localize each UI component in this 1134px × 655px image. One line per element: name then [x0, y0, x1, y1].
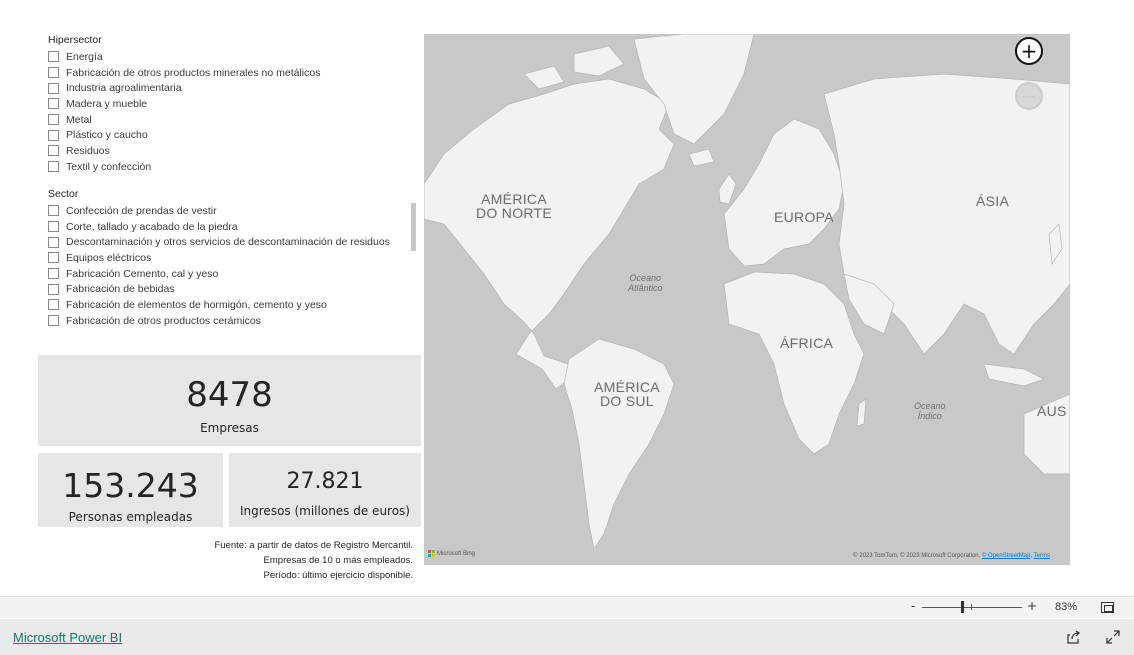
checkbox[interactable]: [48, 236, 59, 248]
openstreetmap-link[interactable]: © OpenStreetMap: [982, 553, 1030, 559]
slicer-item-label: Industria agroalimentaria: [66, 82, 182, 95]
slicer-item[interactable]: Confección de prendas de vestir: [48, 203, 416, 219]
checkbox[interactable]: [48, 82, 59, 94]
slicer-item-label: Fabricación de elementos de hormigón, ce…: [66, 298, 327, 311]
map-label-indian: Oceano Índico: [914, 401, 946, 421]
zoom-slider-track[interactable]: [922, 607, 1022, 608]
zoom-out-page-button[interactable]: -: [911, 599, 915, 613]
slicer-item-label: Descontaminación y otros servicios de de…: [66, 236, 390, 249]
kpi-label: Ingresos (millones de euros): [240, 504, 410, 518]
slicer-item-label: Fabricación de bebidas: [66, 283, 175, 296]
slicer-item-label: Equipos eléctricos: [66, 251, 152, 264]
sector-list[interactable]: Confección de prendas de vestir Corte, t…: [48, 203, 416, 335]
slicer-item-label: Fabricación de otros productos cerámicos: [66, 314, 261, 327]
footer: Microsoft Power BI: [0, 619, 1134, 655]
slicer-item[interactable]: Fabricación de bebidas: [48, 281, 416, 297]
slicer-title-sector: Sector: [48, 188, 79, 200]
slicer-item[interactable]: Fabricación de otros productos cerámicos: [48, 313, 416, 329]
slicer-title-hipersector: Hipersector: [48, 34, 102, 46]
slicer-item[interactable]: Residuos: [48, 143, 320, 159]
world-map[interactable]: AMÉRICA DO NORTE EUROPA ÁSIA ÁFRICA AMÉRI…: [424, 34, 1070, 565]
slicer-item-label: Plástico y caucho: [66, 129, 148, 142]
fullscreen-icon[interactable]: [1106, 630, 1120, 644]
map-label-australia: AUS: [1037, 403, 1067, 419]
map-label-europe: EUROPA: [774, 209, 834, 225]
slicer-item[interactable]: Descontaminación y otros servicios de de…: [48, 234, 416, 250]
kpi-label: Empresas: [200, 421, 259, 435]
map-label-atlantic: Oceano Atlântico: [628, 273, 663, 293]
slicer-item[interactable]: Equipos eléctricos: [48, 250, 416, 266]
checkbox[interactable]: [48, 283, 59, 295]
kpi-card-ingresos: 27.821 Ingresos (millones de euros): [229, 453, 421, 527]
map-label-asia: ÁSIA: [976, 193, 1010, 209]
source-line: Empresas de 10 o más empleados.: [263, 555, 413, 566]
slicer-item-label: Residuos: [66, 144, 110, 157]
sector-slicer: Sector Confección de prendas de vestir C…: [48, 188, 416, 336]
zoom-percent: 83%: [1055, 601, 1078, 613]
slicer-item[interactable]: Fabricación de otros productos minerales…: [48, 65, 320, 81]
slicer-item[interactable]: Fabricación Cemento, cal y yeso: [48, 266, 416, 282]
hipersector-list: Energía Fabricación de otros productos m…: [48, 49, 320, 175]
slicer-item[interactable]: Plástico y caucho: [48, 127, 320, 143]
map-label-north-america: AMÉRICA DO NORTE: [476, 191, 553, 221]
microsoft-logo-icon: [428, 550, 435, 557]
kpi-value: 27.821: [286, 469, 364, 494]
map-land: [424, 34, 1070, 550]
slicer-item-label: Madera y mueble: [66, 97, 148, 110]
slicer-item[interactable]: Energía: [48, 49, 320, 65]
zoom-slider-thumb[interactable]: [961, 601, 964, 613]
terms-link[interactable]: Terms: [1034, 553, 1050, 559]
checkbox[interactable]: [48, 315, 59, 327]
zoom-in-page-button[interactable]: +: [1027, 599, 1037, 613]
sector-scrollbar[interactable]: [411, 203, 416, 251]
share-icon[interactable]: [1067, 630, 1081, 644]
source-note: Fuente: a partir de datos de Registro Me…: [214, 538, 413, 583]
checkbox[interactable]: [48, 114, 59, 126]
kpi-value: 153.243: [62, 466, 199, 505]
checkbox[interactable]: [48, 98, 59, 110]
map-copyright: © 2023 TomTom, © 2023 Microsoft Corporat…: [853, 553, 1050, 559]
slicer-item[interactable]: Textil y confección: [48, 159, 320, 175]
slicer-item-label: Corte, tallado y acabado de la piedra: [66, 220, 238, 233]
slicer-item-label: Fabricación de otros productos minerales…: [66, 66, 321, 79]
slicer-item[interactable]: Madera y mueble: [48, 96, 320, 112]
checkbox[interactable]: [48, 161, 59, 173]
slicer-item-label: Energía: [66, 50, 103, 63]
zoom-slider-tick: [971, 604, 972, 610]
hipersector-slicer: Hipersector Energía Fabricación de otros…: [48, 34, 320, 175]
map-label-south-america: AMÉRICA DO SUL: [594, 379, 660, 409]
map-label-africa: ÁFRICA: [780, 335, 834, 351]
zoom-out-button[interactable]: −: [1015, 82, 1043, 110]
bing-logo: Microsoft Bing: [428, 550, 475, 557]
kpi-value: 8478: [186, 375, 273, 415]
slicer-item-label: Textil y confección: [66, 160, 152, 173]
slicer-item[interactable]: Corte, tallado y acabado de la piedra: [48, 219, 416, 235]
source-line: Período: último ejercicio disponible.: [263, 570, 413, 581]
checkbox[interactable]: [48, 51, 59, 63]
slicer-item[interactable]: Metal: [48, 112, 320, 128]
slicer-item-label: Metal: [66, 113, 92, 126]
zoom-in-button[interactable]: +: [1015, 37, 1043, 65]
fit-to-page-icon[interactable]: [1101, 602, 1114, 613]
kpi-label: Personas empleadas: [68, 510, 193, 524]
checkbox[interactable]: [48, 299, 59, 311]
power-bi-link[interactable]: Microsoft Power BI: [13, 630, 122, 645]
checkbox[interactable]: [48, 252, 59, 264]
slicer-item[interactable]: Fabricación de elementos de hormigón, ce…: [48, 297, 416, 313]
slicer-item-label: Confección de prendas de vestir: [66, 204, 217, 217]
source-line: Fuente: a partir de datos de Registro Me…: [214, 540, 413, 551]
checkbox[interactable]: [48, 67, 59, 79]
slicer-item[interactable]: Industria agroalimentaria: [48, 80, 320, 96]
report-canvas: Hipersector Energía Fabricación de otros…: [0, 0, 1134, 655]
slicer-item-label: Fabricación Cemento, cal y yeso: [66, 267, 219, 280]
checkbox[interactable]: [48, 268, 59, 280]
checkbox[interactable]: [48, 221, 59, 233]
kpi-card-personas: 153.243 Personas empleadas: [38, 453, 223, 527]
zoom-bar: - + 83%: [0, 596, 1134, 618]
checkbox[interactable]: [48, 145, 59, 157]
kpi-card-empresas: 8478 Empresas: [38, 355, 421, 446]
checkbox[interactable]: [48, 129, 59, 141]
bing-text: Microsoft Bing: [437, 550, 476, 557]
checkbox[interactable]: [48, 205, 59, 217]
